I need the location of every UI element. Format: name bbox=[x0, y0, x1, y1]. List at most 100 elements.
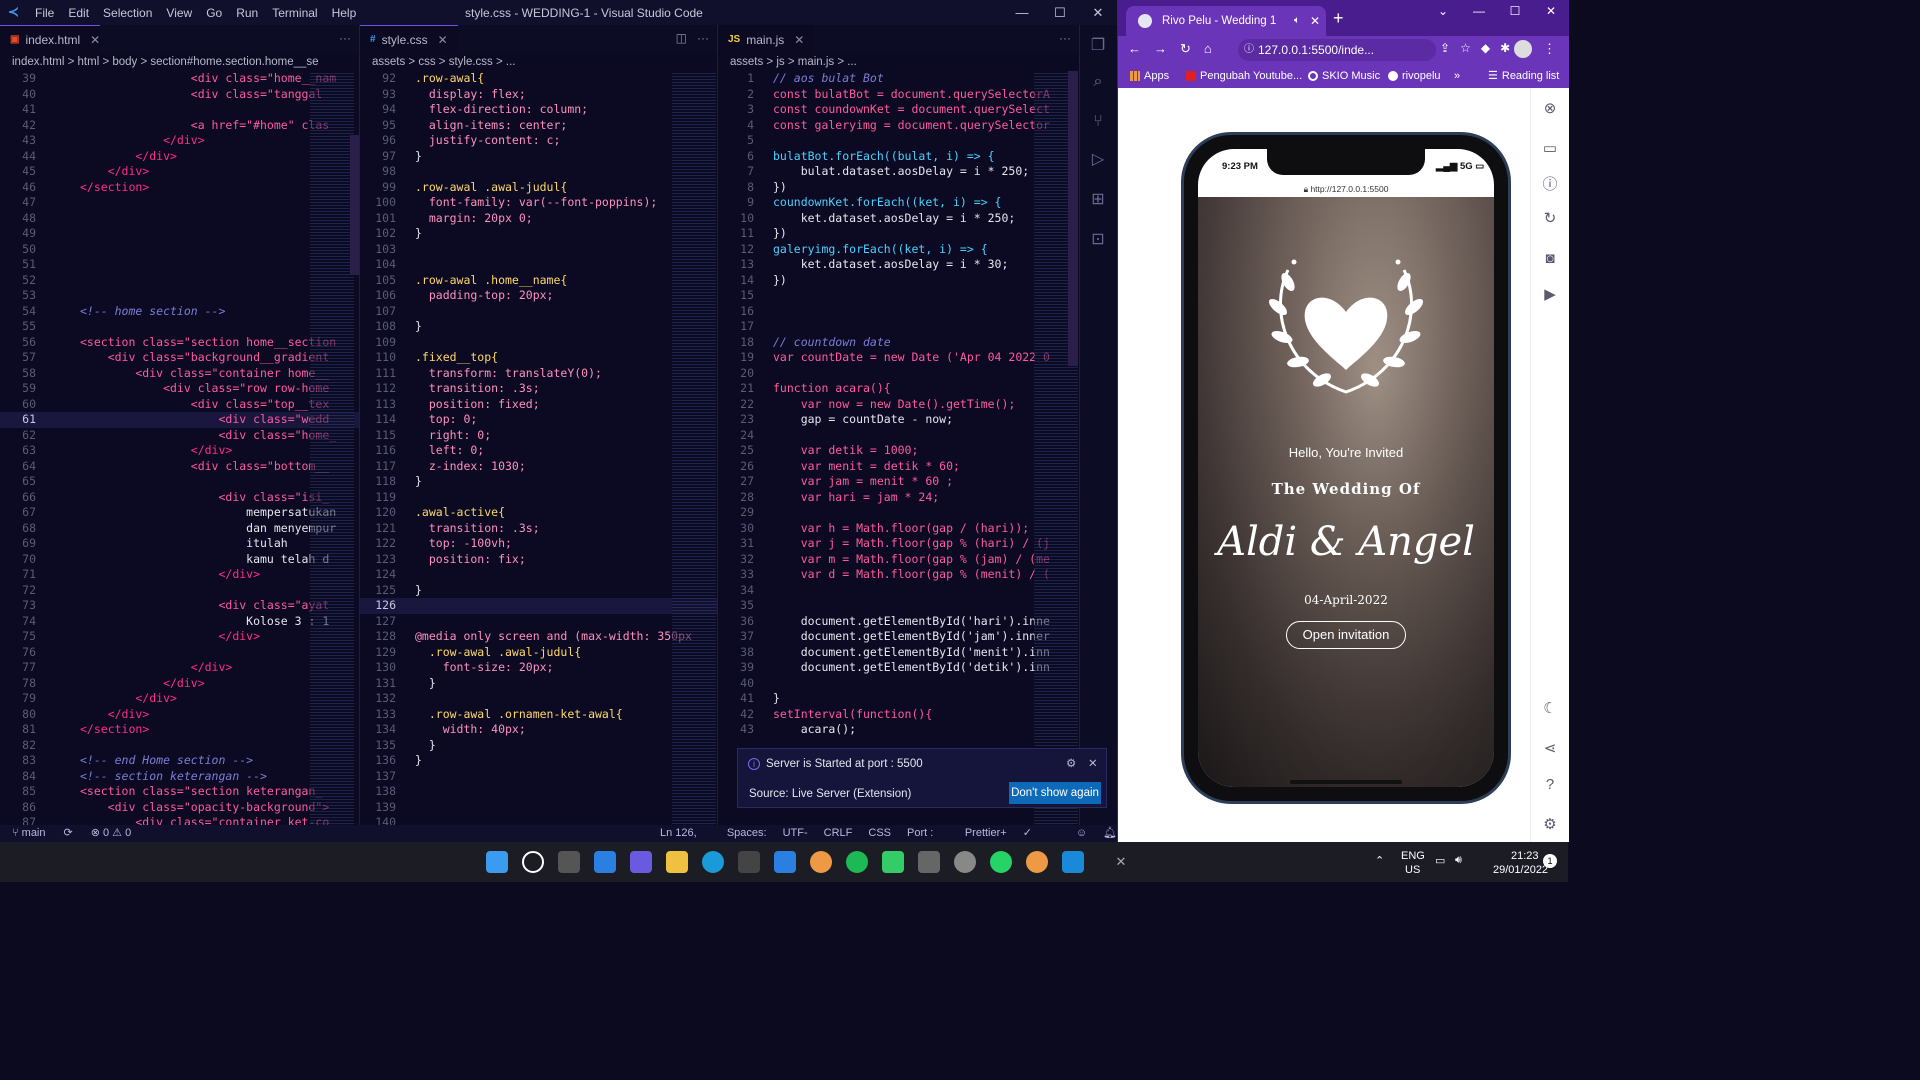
code-line[interactable]: 18 // countdown date bbox=[718, 335, 1079, 351]
code-line[interactable]: 86 <div class="opacity-background"> bbox=[0, 800, 359, 816]
vscode-icon[interactable] bbox=[1062, 851, 1084, 873]
file-explorer-icon[interactable] bbox=[666, 851, 688, 873]
task-view-icon[interactable] bbox=[558, 851, 580, 873]
code-line[interactable]: 81 </section> bbox=[0, 722, 359, 738]
explorer-icon[interactable]: ❐ bbox=[1089, 37, 1107, 55]
widgets-icon[interactable] bbox=[594, 851, 616, 873]
code-line[interactable]: 68 dan menyempur bbox=[0, 521, 359, 537]
code-line[interactable]: 44 </div> bbox=[0, 149, 359, 165]
browser-tab[interactable]: Rivo Pelu - Wedding 1 🔈︎ ✕ bbox=[1126, 6, 1326, 36]
moon-icon[interactable]: ☾ bbox=[1541, 700, 1559, 718]
code-line[interactable]: 69 itulah bbox=[0, 536, 359, 552]
code-line[interactable]: 85 <section class="section keterangan_ bbox=[0, 784, 359, 800]
split-editor-icon[interactable]: ◫ bbox=[676, 31, 687, 45]
close-icon[interactable]: ✕ bbox=[1079, 0, 1117, 25]
code-line[interactable]: 116 left: 0; bbox=[360, 443, 717, 459]
code-line[interactable]: 111 transform: translateY(0); bbox=[360, 366, 717, 382]
code-line[interactable]: 38 document.getElementById('menit').inn bbox=[718, 645, 1079, 661]
code-line[interactable]: 14}) bbox=[718, 273, 1079, 289]
code-editor[interactable]: 92 .row-awal{93 display: flex; 94 flex-dir… bbox=[360, 71, 717, 825]
code-line[interactable]: 128 @media only screen and (max-width: 35… bbox=[360, 629, 717, 645]
code-line[interactable]: 122 top: -100vh; bbox=[360, 536, 717, 552]
code-line[interactable]: 42 setInterval(function(){ bbox=[718, 707, 1079, 723]
code-line[interactable]: 98 bbox=[360, 164, 717, 180]
app-icon[interactable] bbox=[918, 851, 940, 873]
code-line[interactable]: 97} bbox=[360, 149, 717, 165]
code-line[interactable]: 8}) bbox=[718, 180, 1079, 196]
code-line[interactable]: 110 .fixed__top{ bbox=[360, 350, 717, 366]
code-line[interactable]: 109 bbox=[360, 335, 717, 351]
address-bar[interactable]: ⓘ 127.0.0.1:5500/inde... bbox=[1238, 39, 1436, 61]
code-line[interactable]: 54 <!-- home section --> bbox=[0, 304, 359, 320]
forward-icon[interactable]: → bbox=[1154, 41, 1167, 57]
code-line[interactable]: 83 <!-- end Home section --> bbox=[0, 753, 359, 769]
scrollbar[interactable] bbox=[350, 135, 359, 275]
code-line[interactable]: 73 <div class="ayat bbox=[0, 598, 359, 614]
chrome-profile-icon[interactable] bbox=[1026, 851, 1048, 873]
code-line[interactable]: 43 acara(); bbox=[718, 722, 1079, 738]
chat-icon[interactable] bbox=[630, 851, 652, 873]
code-line[interactable]: 47 bbox=[0, 195, 359, 211]
extensions-icon[interactable]: ⊞ bbox=[1089, 191, 1107, 209]
code-line[interactable]: 9 coundownKet.forEach((ket, i) => { bbox=[718, 195, 1079, 211]
code-line[interactable]: 48 bbox=[0, 211, 359, 227]
code-line[interactable]: 105 .row-awal .home__name{ bbox=[360, 273, 717, 289]
remote-explorer-icon[interactable]: ⊡ bbox=[1089, 231, 1107, 249]
code-editor[interactable]: 1 // aos bulat Bot 2 const bulatBot = docum… bbox=[718, 71, 1079, 825]
clock-time[interactable]: 21:23 bbox=[1511, 850, 1539, 862]
code-line[interactable]: 137 bbox=[360, 769, 717, 785]
tab-main-js[interactable]: JS main.js ✕ bbox=[718, 25, 814, 53]
minimap[interactable] bbox=[672, 71, 716, 825]
code-line[interactable]: 135 } bbox=[360, 738, 717, 754]
code-line[interactable]: 113 position: fixed; bbox=[360, 397, 717, 413]
sync-icon[interactable]: ⟳ bbox=[64, 825, 73, 842]
code-line[interactable]: 125} bbox=[360, 583, 717, 599]
code-line[interactable]: 132 bbox=[360, 691, 717, 707]
code-line[interactable]: 46 </section> bbox=[0, 180, 359, 196]
code-line[interactable]: 92 .row-awal{ bbox=[360, 71, 717, 87]
bookmark-apps[interactable]: Apps bbox=[1130, 64, 1169, 88]
mail-icon[interactable] bbox=[774, 851, 796, 873]
code-line[interactable]: 23 gap = countDate - now; bbox=[718, 412, 1079, 428]
video-icon[interactable]: ▶ bbox=[1541, 286, 1559, 304]
problems-status[interactable]: ⊗ 0 ⚠ 0 bbox=[91, 825, 131, 842]
gear-icon[interactable]: ⚙ bbox=[1066, 756, 1076, 770]
chrome-icon[interactable] bbox=[810, 851, 832, 873]
code-line[interactable]: 140 bbox=[360, 815, 717, 825]
extension-icon[interactable]: ◆ bbox=[1481, 41, 1490, 55]
code-editor[interactable]: 39 <div class="home__nam 40 <div class="t… bbox=[0, 71, 359, 825]
code-line[interactable]: 30 var h = Math.floor(gap / (hari)); bbox=[718, 521, 1079, 537]
code-line[interactable]: 112 transition: .3s; bbox=[360, 381, 717, 397]
code-line[interactable]: 22 var now = new Date().getTime(); bbox=[718, 397, 1079, 413]
code-line[interactable]: 74 Kolose 3 : 1 bbox=[0, 614, 359, 630]
code-line[interactable]: 123 position: fix; bbox=[360, 552, 717, 568]
site-info-icon[interactable]: ⓘ bbox=[1244, 39, 1254, 61]
network-icon[interactable]: ▭ bbox=[1435, 854, 1445, 867]
code-line[interactable]: 103 bbox=[360, 242, 717, 258]
close-icon[interactable]: ⊗ bbox=[1541, 100, 1559, 118]
code-line[interactable]: 25 var detik = 1000; bbox=[718, 443, 1079, 459]
github-desktop-icon[interactable] bbox=[954, 851, 976, 873]
code-line[interactable]: 99 .row-awal .awal-judul{ bbox=[360, 180, 717, 196]
code-line[interactable]: 121 transition: .3s; bbox=[360, 521, 717, 537]
code-line[interactable]: 42 <a href="#home" clas bbox=[0, 118, 359, 134]
code-line[interactable]: 59 <div class="row row-home bbox=[0, 381, 359, 397]
code-line[interactable]: 17 bbox=[718, 319, 1079, 335]
whatsapp-icon[interactable] bbox=[990, 851, 1012, 873]
code-line[interactable]: 41 bbox=[0, 102, 359, 118]
source-control-icon[interactable]: ⑂ bbox=[1089, 113, 1107, 131]
code-line[interactable]: 53 bbox=[0, 288, 359, 304]
code-line[interactable]: 104 bbox=[360, 257, 717, 273]
code-line[interactable]: 13 ket.dataset.aosDelay = i * 30; bbox=[718, 257, 1079, 273]
code-line[interactable]: 124 bbox=[360, 567, 717, 583]
rotate-icon[interactable]: ↻ bbox=[1541, 210, 1559, 228]
code-line[interactable]: 82 bbox=[0, 738, 359, 754]
code-line[interactable]: 129 .row-awal .awal-judul{ bbox=[360, 645, 717, 661]
reload-icon[interactable]: ↻ bbox=[1180, 41, 1191, 57]
code-line[interactable]: 67 mempersatukan bbox=[0, 505, 359, 521]
tab-style-css[interactable]: # style.css ✕ bbox=[360, 25, 458, 53]
notepad-icon[interactable] bbox=[882, 851, 904, 873]
more-actions-icon[interactable]: ··· bbox=[339, 31, 351, 45]
code-line[interactable]: 3 const coundownKet = document.querySelec… bbox=[718, 102, 1079, 118]
code-line[interactable]: 136} bbox=[360, 753, 717, 769]
